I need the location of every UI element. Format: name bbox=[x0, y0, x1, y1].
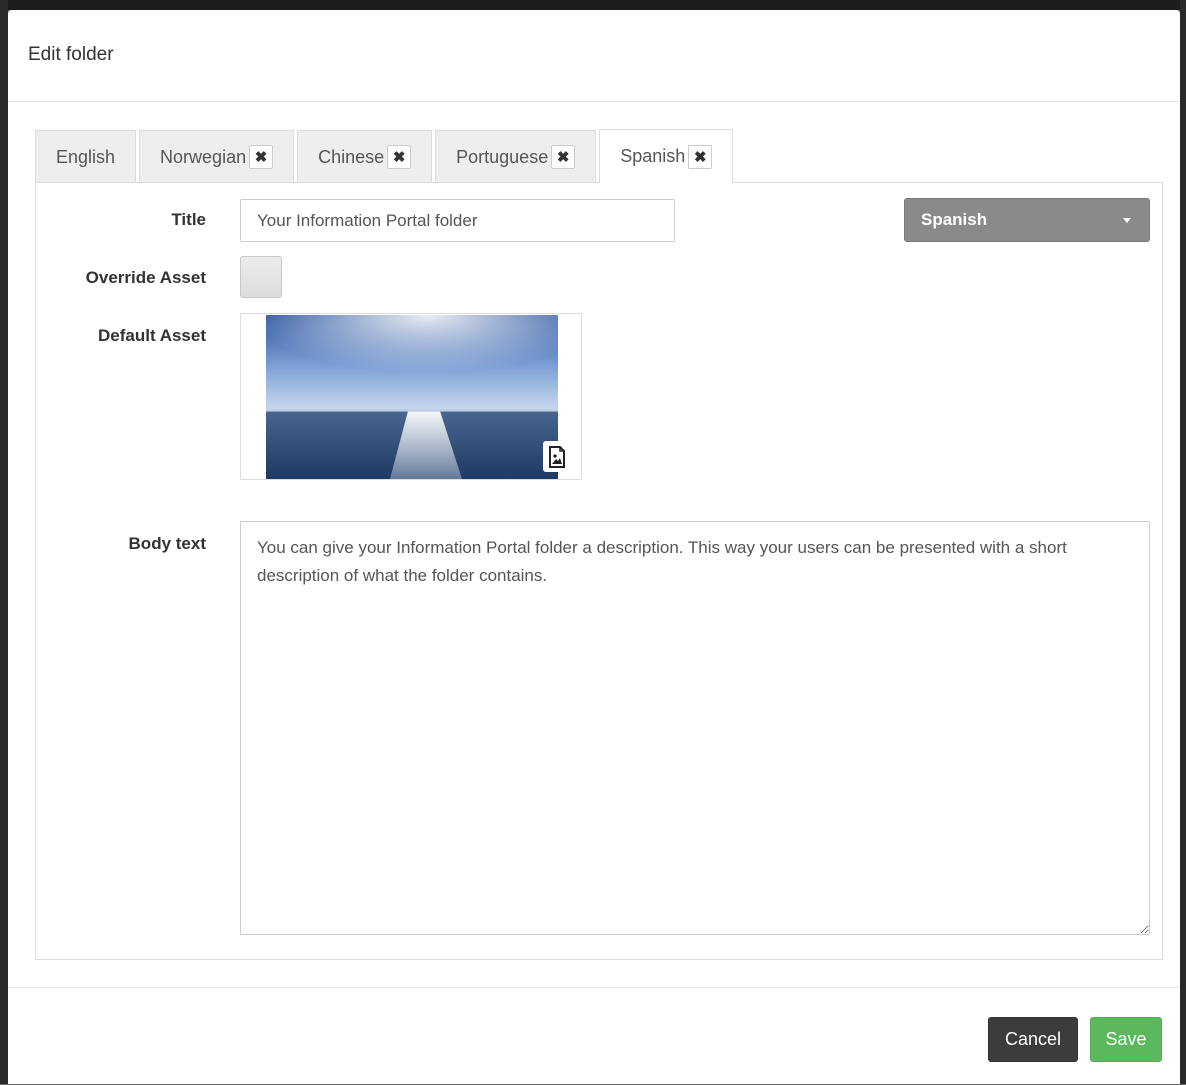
tab-label: Portuguese bbox=[456, 146, 549, 167]
modal-header: Edit folder bbox=[8, 10, 1180, 102]
image-file-icon[interactable] bbox=[543, 441, 571, 472]
close-icon[interactable]: ✖ bbox=[249, 145, 274, 169]
backdrop-right bbox=[1180, 0, 1186, 1084]
tab-panel: Title Spanish Override Asset Default Ass… bbox=[35, 182, 1163, 960]
body-text-label: Body text bbox=[128, 534, 206, 553]
tab-spanish[interactable]: Spanish ✖ bbox=[599, 129, 734, 183]
backdrop-left bbox=[0, 0, 8, 1084]
override-asset-checkbox[interactable] bbox=[240, 256, 282, 298]
modal-title: Edit folder bbox=[28, 44, 114, 65]
tab-chinese[interactable]: Chinese ✖ bbox=[297, 130, 433, 183]
modal-footer: Cancel Save bbox=[8, 987, 1180, 1085]
close-icon[interactable]: ✖ bbox=[688, 144, 713, 169]
edit-folder-modal: Edit folder English Norwegian ✖ Chinese … bbox=[8, 10, 1180, 1084]
tab-label: English bbox=[56, 146, 116, 167]
body-text-input[interactable]: You can give your Information Portal fol… bbox=[240, 521, 1150, 935]
default-asset-picker[interactable] bbox=[240, 313, 582, 480]
tab-label: Norwegian bbox=[160, 146, 247, 167]
backdrop bbox=[0, 0, 1186, 10]
language-tabs: English Norwegian ✖ Chinese ✖ Portuguese… bbox=[35, 129, 736, 183]
language-select[interactable]: Spanish bbox=[904, 198, 1150, 242]
title-input[interactable] bbox=[240, 199, 675, 242]
tab-label: Spanish bbox=[620, 146, 686, 166]
close-icon[interactable]: ✖ bbox=[551, 145, 576, 169]
tab-portuguese[interactable]: Portuguese ✖ bbox=[435, 130, 597, 183]
close-icon[interactable]: ✖ bbox=[387, 145, 412, 169]
title-label: Title bbox=[171, 210, 206, 229]
save-button[interactable]: Save bbox=[1090, 1017, 1162, 1062]
default-asset-label: Default Asset bbox=[97, 326, 206, 345]
tab-norwegian[interactable]: Norwegian ✖ bbox=[139, 130, 295, 183]
tab-label: Chinese bbox=[318, 146, 385, 167]
caret-down-icon bbox=[1123, 218, 1131, 223]
default-asset-image bbox=[266, 315, 558, 479]
override-asset-label: Override Asset bbox=[85, 268, 206, 287]
language-select-value: Spanish bbox=[921, 210, 988, 229]
tab-english[interactable]: English bbox=[35, 130, 137, 183]
cancel-button[interactable]: Cancel bbox=[988, 1017, 1078, 1062]
